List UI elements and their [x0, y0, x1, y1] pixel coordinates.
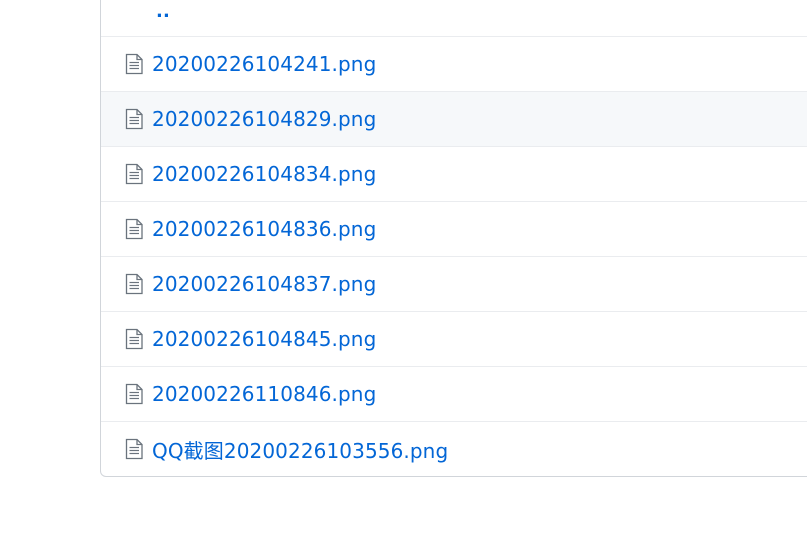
file-row[interactable]: 20200226104845.png — [101, 311, 807, 366]
file-icon — [124, 108, 144, 130]
file-icon — [124, 218, 144, 240]
file-icon — [124, 328, 144, 350]
parent-directory-link[interactable]: .. — [156, 0, 170, 36]
file-link[interactable]: 20200226110846.png — [152, 367, 376, 421]
file-link[interactable]: 20200226104834.png — [152, 147, 376, 201]
file-icon — [124, 53, 144, 75]
file-link[interactable]: 20200226104845.png — [152, 312, 376, 366]
file-row[interactable]: 20200226104241.png — [101, 36, 807, 91]
file-row[interactable]: 20200226104836.png — [101, 201, 807, 256]
file-row[interactable]: 20200226104837.png — [101, 256, 807, 311]
file-row[interactable]: QQ截图20200226103556.png — [101, 421, 807, 476]
file-icon — [124, 273, 144, 295]
file-icon — [124, 163, 144, 185]
file-link[interactable]: QQ截图20200226103556.png — [152, 422, 448, 476]
file-row[interactable]: 20200226104829.png — [101, 91, 807, 146]
file-link[interactable]: 20200226104837.png — [152, 257, 376, 311]
file-icon — [124, 383, 144, 405]
file-list: .. 20200226104241.png 20200226104829.png… — [100, 0, 807, 477]
file-row[interactable]: 20200226110846.png — [101, 366, 807, 421]
file-link[interactable]: 20200226104241.png — [152, 37, 376, 91]
file-row[interactable]: 20200226104834.png — [101, 146, 807, 201]
file-link[interactable]: 20200226104829.png — [152, 92, 376, 146]
parent-directory-row[interactable]: .. — [101, 0, 807, 36]
file-link[interactable]: 20200226104836.png — [152, 202, 376, 256]
file-icon — [124, 438, 144, 460]
